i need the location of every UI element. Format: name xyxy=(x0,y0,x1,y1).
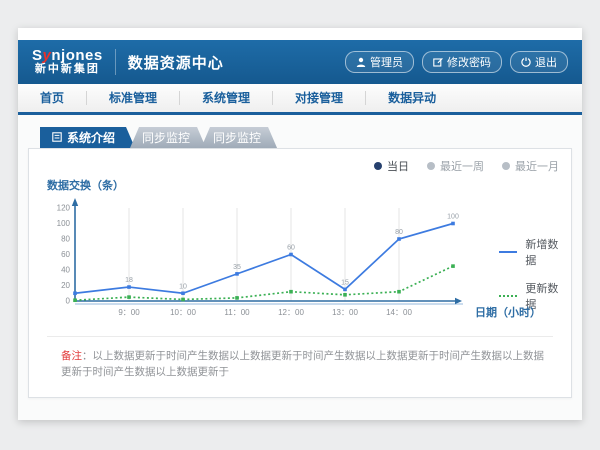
svg-text:80: 80 xyxy=(395,229,403,236)
svg-text:100: 100 xyxy=(57,219,71,228)
radio-dot xyxy=(427,162,435,170)
svg-text:11：00: 11：00 xyxy=(224,308,250,317)
legend-line-solid xyxy=(499,251,517,253)
svg-text:120: 120 xyxy=(57,204,71,213)
logo-latin: Synjones xyxy=(32,48,103,64)
radio-dot xyxy=(502,162,510,170)
svg-text:14：00: 14：00 xyxy=(386,308,412,317)
svg-text:15: 15 xyxy=(341,279,349,286)
admin-user-button[interactable]: 管理员 xyxy=(345,51,414,73)
change-password-label: 修改密码 xyxy=(447,54,491,70)
svg-text:20: 20 xyxy=(61,281,70,290)
x-axis-title: 日期（小时） xyxy=(475,304,555,320)
radio-today[interactable]: 当日 xyxy=(374,158,409,174)
radio-label: 最近一月 xyxy=(515,158,559,174)
nav-item-system-mgmt[interactable]: 系统管理 xyxy=(180,84,272,112)
footnote-text: ：以上数据更新于时间产生数据以上数据更新于时间产生数据以上数据更新于时间产生数据… xyxy=(61,350,544,378)
svg-text:60: 60 xyxy=(61,250,70,259)
nav-item-home[interactable]: 首页 xyxy=(18,84,86,112)
tab-label: 同步监控 xyxy=(213,129,261,146)
chart-legend: 新增数据 更新数据 xyxy=(499,236,559,312)
line-chart: 9：00 10：00 11：00 12：00 13：00 14：00 0 20 40 60 80 10… xyxy=(41,194,473,326)
radio-label: 最近一周 xyxy=(440,158,484,174)
radio-dot xyxy=(374,162,382,170)
content-area: 系统介绍 同步监控 同步监控 当日 最近 xyxy=(18,115,582,420)
tab-bar: 系统介绍 同步监控 同步监控 xyxy=(40,127,572,148)
screen-background: Synjones 新中新集团 数据资源中心 管理员 修改密码 xyxy=(0,0,600,450)
legend-label: 新增数据 xyxy=(525,236,559,268)
doc-icon xyxy=(52,131,62,145)
company-logo: Synjones 新中新集团 xyxy=(32,48,103,75)
logout-button[interactable]: 退出 xyxy=(510,51,568,73)
svg-text:12：00: 12：00 xyxy=(278,308,304,317)
change-password-button[interactable]: 修改密码 xyxy=(422,51,502,73)
footnote: 备注：以上数据更新于时间产生数据以上数据更新于时间产生数据以上数据更新于时间产生… xyxy=(41,337,559,385)
time-range-filter: 当日 最近一周 最近一月 xyxy=(41,157,559,175)
tab-system-intro[interactable]: 系统介绍 xyxy=(40,127,135,148)
svg-text:80: 80 xyxy=(61,235,70,244)
svg-text:40: 40 xyxy=(61,266,70,275)
y-axis-title: 数据交换（条） xyxy=(47,177,559,194)
edit-icon xyxy=(433,57,443,67)
chart-canvas: 9：00 10：00 11：00 12：00 13：00 14：00 0 20 40 60 80 10… xyxy=(41,194,473,326)
svg-text:10：00: 10：00 xyxy=(170,308,196,317)
radio-last-month[interactable]: 最近一月 xyxy=(502,158,559,174)
nav-item-interface-mgmt[interactable]: 对接管理 xyxy=(273,84,365,112)
logout-label: 退出 xyxy=(535,54,557,70)
admin-user-label: 管理员 xyxy=(370,54,403,70)
svg-text:60: 60 xyxy=(287,245,295,252)
main-nav: 首页 标准管理 系统管理 对接管理 数据异动 xyxy=(18,84,582,112)
nav-item-data-change[interactable]: 数据异动 xyxy=(366,84,458,112)
tab-label: 同步监控 xyxy=(142,129,190,146)
legend-item-new-data: 新增数据 xyxy=(499,236,559,268)
user-icon xyxy=(356,57,366,67)
radio-last-week[interactable]: 最近一周 xyxy=(427,158,484,174)
app-window: Synjones 新中新集团 数据资源中心 管理员 修改密码 xyxy=(18,28,582,420)
svg-text:13：00: 13：00 xyxy=(332,308,358,317)
svg-text:35: 35 xyxy=(233,264,241,271)
header-actions: 管理员 修改密码 退出 xyxy=(345,51,568,73)
power-icon xyxy=(521,57,531,67)
legend-line-dotted xyxy=(499,295,517,297)
chart-row: 9：00 10：00 11：00 12：00 13：00 14：00 0 20 40 60 80 10… xyxy=(41,194,559,326)
footnote-label: 备注 xyxy=(61,350,82,362)
logo-chinese: 新中新集团 xyxy=(32,64,103,76)
svg-text:0: 0 xyxy=(66,297,71,306)
chart-panel: 当日 最近一周 最近一月 数据交换（条） 9：00 10：00 11：00 12：00… xyxy=(28,148,572,398)
nav-item-standard-mgmt[interactable]: 标准管理 xyxy=(87,84,179,112)
svg-text:18: 18 xyxy=(125,277,133,284)
svg-text:100: 100 xyxy=(447,214,459,221)
tab-label: 系统介绍 xyxy=(67,129,115,146)
svg-text:9：00: 9：00 xyxy=(118,308,140,317)
radio-label: 当日 xyxy=(387,158,409,174)
tab-sync-monitor-2[interactable]: 同步监控 xyxy=(201,127,277,148)
svg-text:10: 10 xyxy=(179,283,187,290)
header-divider xyxy=(115,49,116,75)
app-title: 数据资源中心 xyxy=(128,52,224,73)
tab-sync-monitor-1[interactable]: 同步监控 xyxy=(130,127,206,148)
app-header: Synjones 新中新集团 数据资源中心 管理员 修改密码 xyxy=(18,40,582,84)
